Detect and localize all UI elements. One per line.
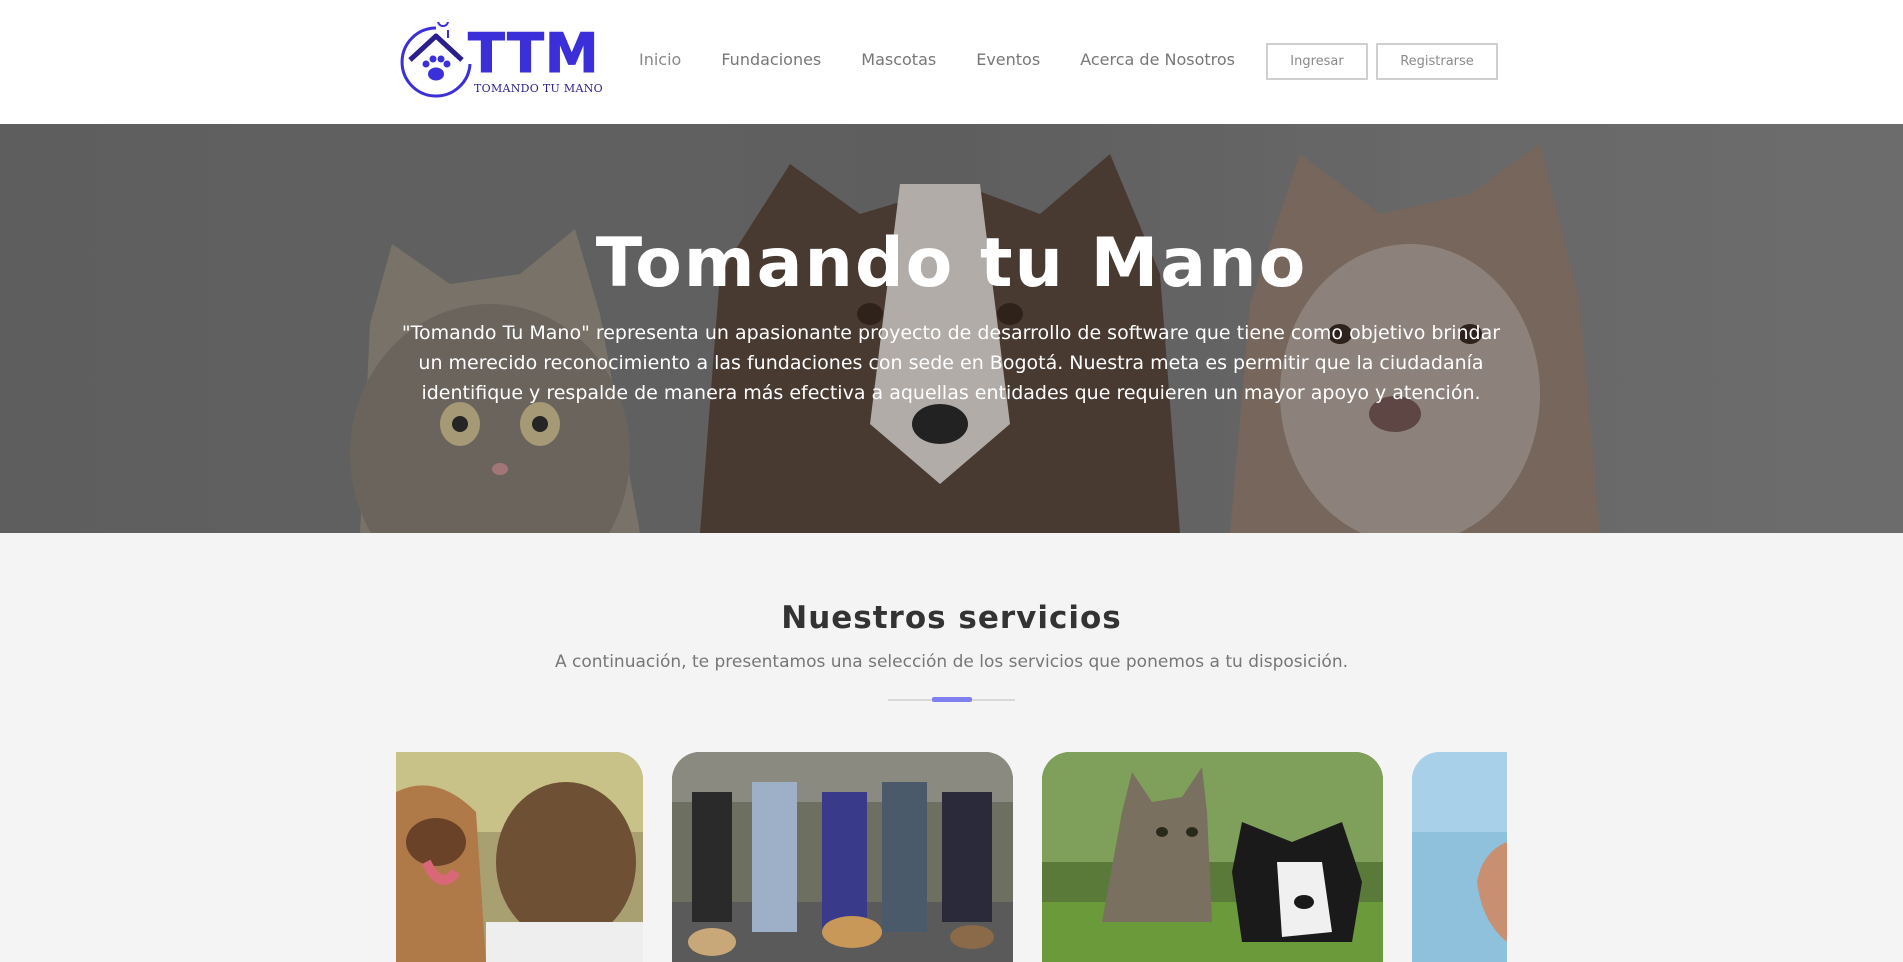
nav-link-mascotas[interactable]: Mascotas <box>861 50 936 69</box>
hero-description: "Tomando Tu Mano" representa un apasiona… <box>401 322 1501 404</box>
hero-banner: Tomando tu Mano "Tomando Tu Mano" repres… <box>0 124 1903 533</box>
services-title: Nuestros servicios <box>781 600 1122 636</box>
hero-title: Tomando tu Mano <box>595 224 1308 303</box>
man-hugging-dog-image <box>396 752 643 962</box>
house-paw-logo-icon <box>400 22 472 98</box>
brand-logo[interactable]: TTM TOMANDO TU MANO <box>396 22 603 100</box>
section-divider-accent <box>932 697 972 702</box>
register-button[interactable]: Registrarse <box>1376 43 1498 80</box>
service-card-3[interactable] <box>1042 752 1383 962</box>
main-nav: Inicio Fundaciones Mascotas Eventos Acer… <box>639 50 1235 69</box>
hand-sky-image <box>1412 752 1507 962</box>
cat-and-puppy-on-grass-image <box>1042 752 1383 962</box>
service-card-2[interactable] <box>672 752 1013 962</box>
top-navbar: TTM TOMANDO TU MANO Inicio Fundaciones M… <box>0 0 1903 124</box>
nav-link-fundaciones[interactable]: Fundaciones <box>721 50 821 69</box>
nav-link-eventos[interactable]: Eventos <box>976 50 1040 69</box>
nav-link-acerca[interactable]: Acerca de Nosotros <box>1080 50 1235 69</box>
service-card-1[interactable] <box>396 752 643 962</box>
nav-link-inicio[interactable]: Inicio <box>639 50 681 69</box>
service-card-4[interactable] <box>1412 752 1507 962</box>
people-walking-dogs-image <box>672 752 1013 962</box>
services-subtitle: A continuación, te presentamos una selec… <box>554 652 1348 672</box>
logo-subtitle: TOMANDO TU MANO <box>474 82 603 95</box>
login-button[interactable]: Ingresar <box>1266 43 1368 80</box>
logo-text: TTM <box>468 22 600 85</box>
